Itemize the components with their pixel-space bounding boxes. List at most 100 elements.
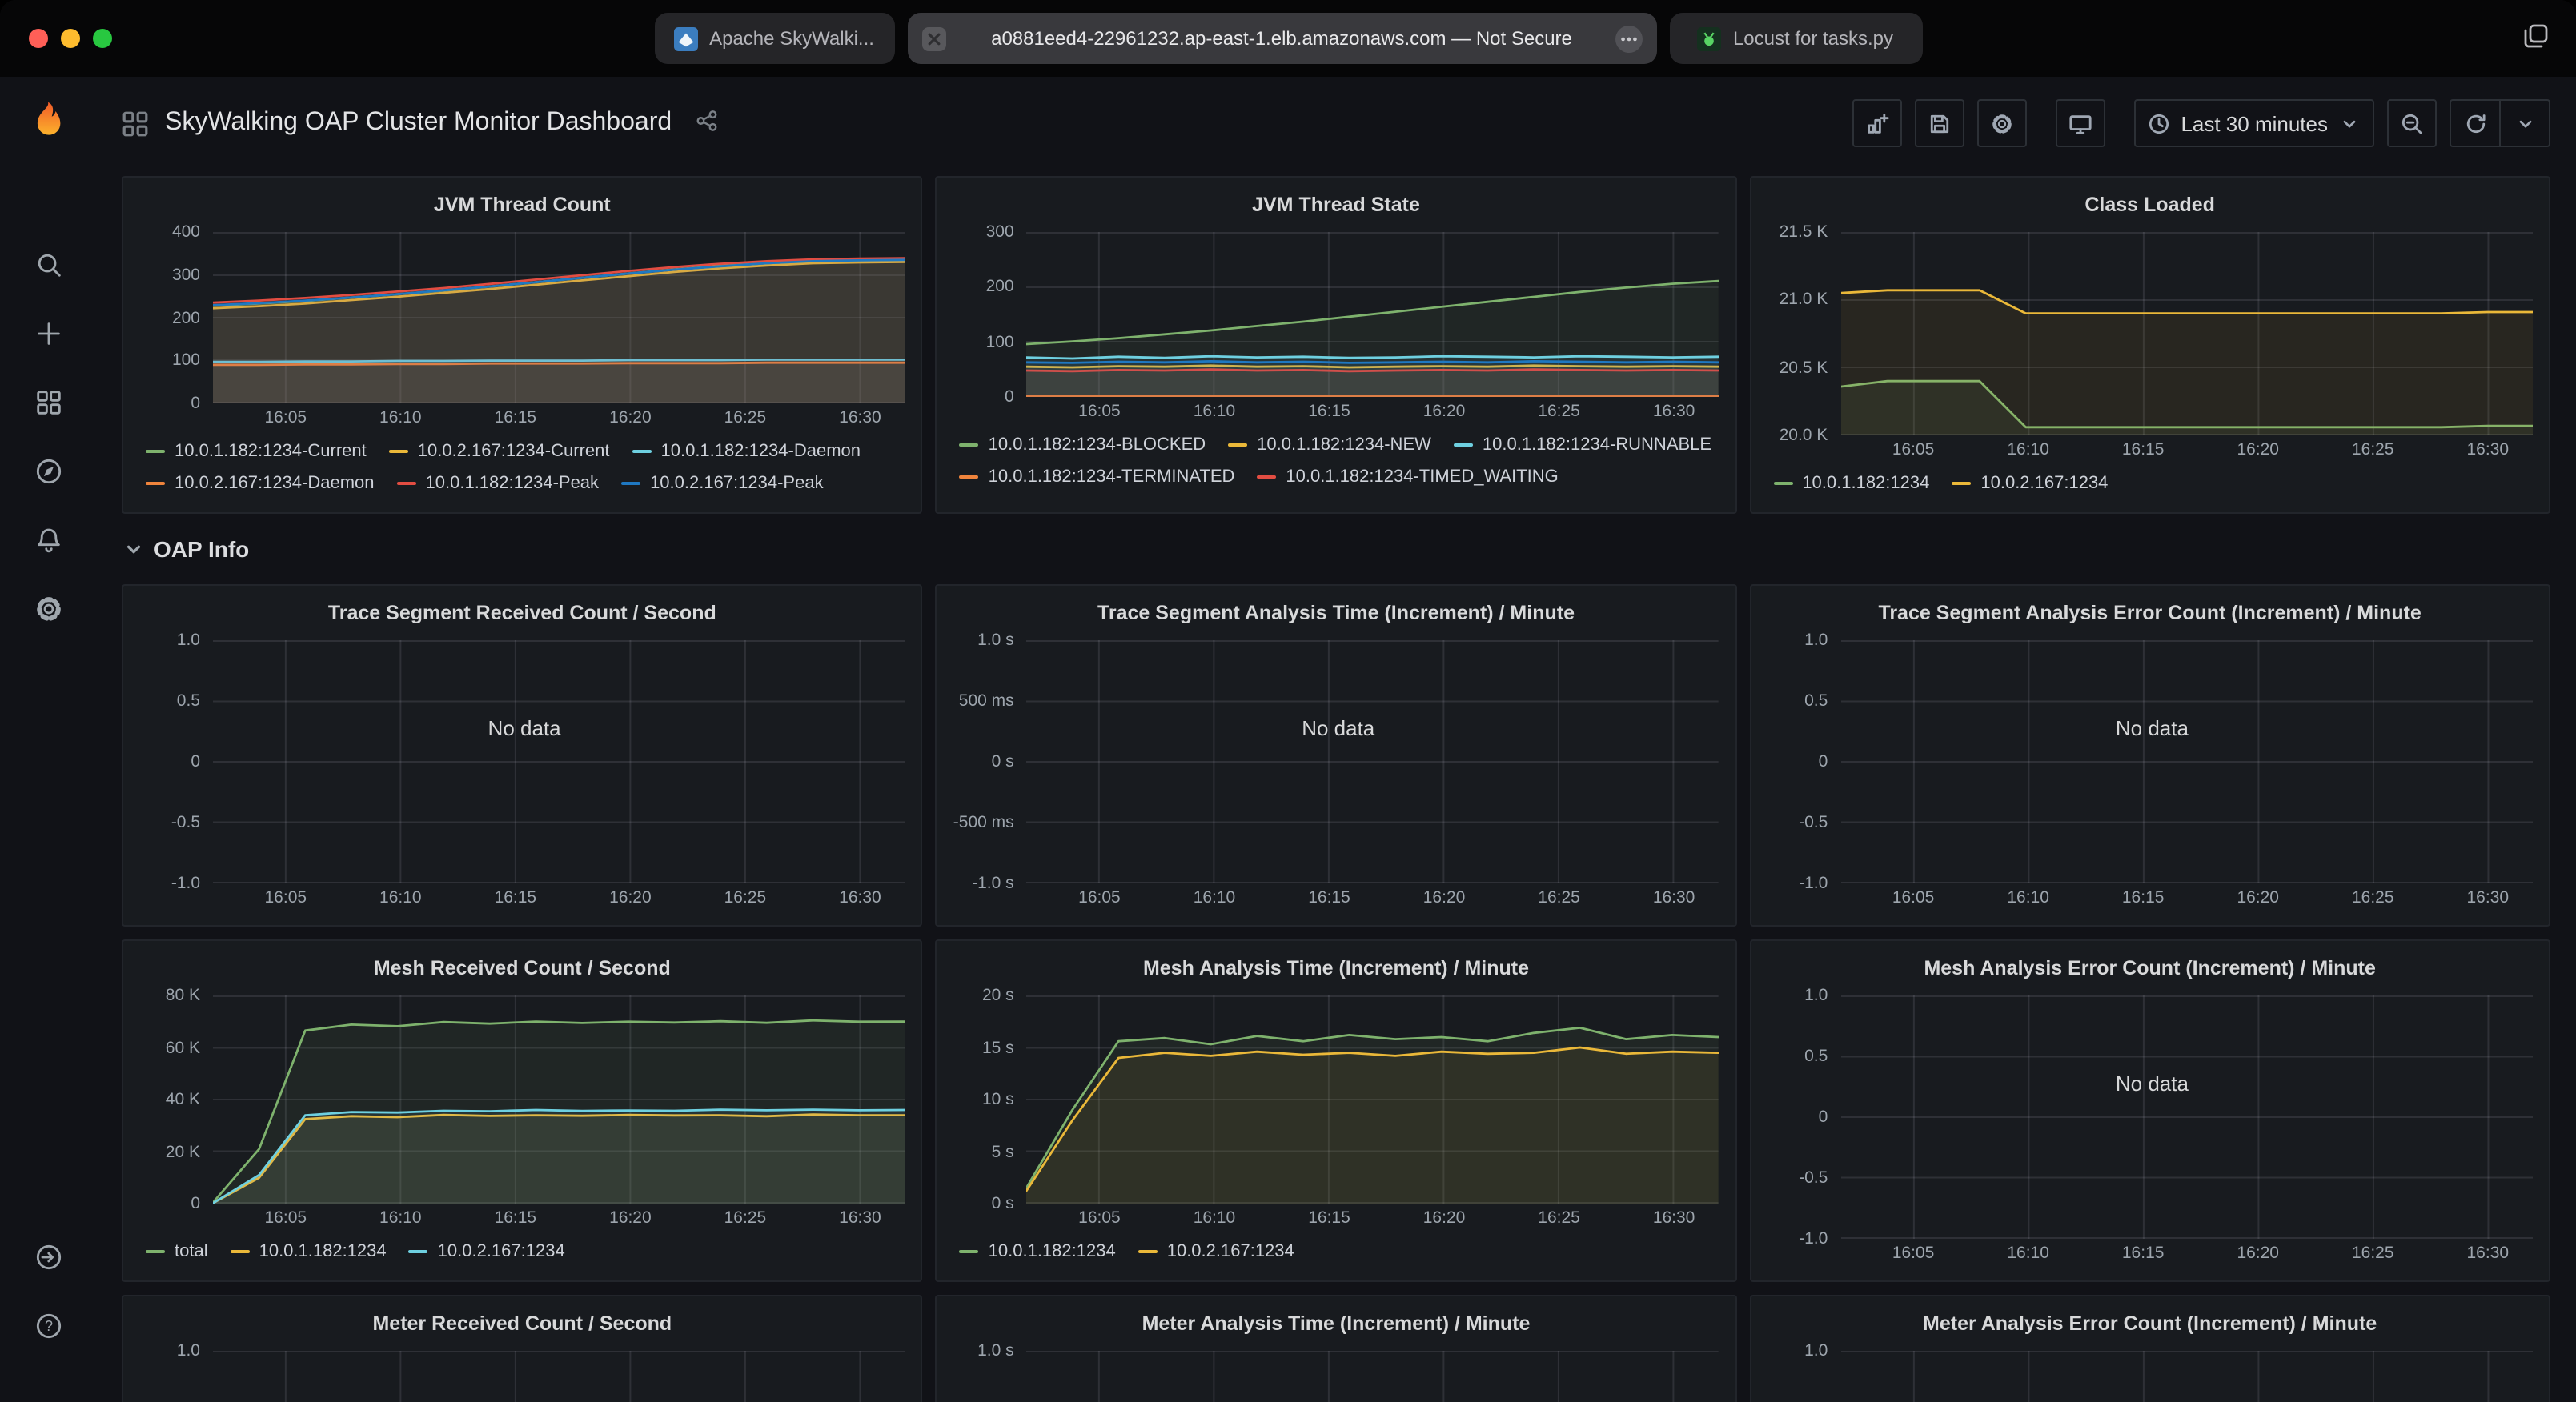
dashboard-icon [122, 110, 149, 137]
panel-title[interactable]: Class Loaded [1767, 187, 2533, 222]
legend-item[interactable]: 10.0.1.182:1234-NEW [1228, 429, 1431, 461]
zoom-window-button[interactable] [93, 29, 112, 48]
legend-item[interactable]: 10.0.1.182:1234-Daemon [632, 435, 861, 467]
x-axis-tick: 16:15 [495, 1208, 537, 1228]
refresh-interval-dropdown[interactable] [2501, 101, 2549, 146]
legend-item[interactable]: 10.0.1.182:1234-RUNNABLE [1454, 429, 1711, 461]
panel-title[interactable]: Trace Segment Analysis Error Count (Incr… [1767, 595, 2533, 631]
legend-item[interactable]: 10.0.2.167:1234-Daemon [146, 467, 375, 499]
sidebar-item-create[interactable] [0, 299, 96, 368]
x-axis-tick: 16:30 [2467, 888, 2510, 907]
zoom-out-button[interactable] [2387, 99, 2437, 147]
legend-item[interactable]: 10.0.2.167:1234-Current [389, 435, 610, 467]
chart-plot[interactable]: No data [1840, 1351, 2533, 1402]
legend-item[interactable]: 10.0.1.182:1234 [231, 1236, 387, 1268]
panel-title[interactable]: Meter Analysis Time (Increment) / Minute [953, 1306, 1719, 1341]
chart-plot[interactable] [213, 232, 905, 403]
chart-plot[interactable]: No data [213, 1351, 905, 1402]
y-axis-tick: 21.5 K [1780, 222, 1828, 242]
legend-item[interactable]: 10.0.1.182:1234-WAITING [960, 493, 1197, 499]
dashboard-settings-button[interactable] [1977, 99, 2027, 147]
x-axis-tick: 16:20 [609, 888, 652, 907]
panel-title[interactable]: Meter Analysis Error Count (Increment) /… [1767, 1306, 2533, 1341]
chart-plot[interactable]: No data [1840, 640, 2533, 883]
sidebar-item-search[interactable] [0, 230, 96, 299]
refresh-button[interactable] [2451, 101, 2499, 146]
y-axis-tick: -0.5 [171, 813, 200, 832]
y-axis-tick: -0.5 [1799, 1168, 1828, 1188]
x-axis-tick: 16:10 [1194, 1208, 1236, 1228]
chart-plot[interactable]: No data [1027, 1351, 1719, 1402]
legend-item[interactable]: 10.0.1.182:1234-Peak [397, 467, 600, 499]
legend-label: 10.0.1.182:1234 [989, 1236, 1116, 1268]
save-dashboard-button[interactable] [1915, 99, 1964, 147]
legend-item[interactable]: 10.0.1.182:1234 [960, 1236, 1116, 1268]
legend-swatch [146, 450, 165, 453]
chart-canvas [1840, 232, 2533, 435]
browser-tab-skywalking[interactable]: Apache SkyWalki... [654, 13, 894, 64]
panel-title[interactable]: JVM Thread Count [139, 187, 905, 222]
header-toolbar: Last 30 minutes [1852, 99, 2550, 147]
legend-item[interactable]: 10.0.1.182:1234 [1773, 467, 1929, 499]
tab-more-button[interactable] [1615, 25, 1642, 52]
tab-overview-button[interactable] [2522, 22, 2550, 55]
x-axis-tick: 16:10 [1194, 402, 1236, 421]
sidebar-item-sign-in[interactable] [0, 1223, 96, 1292]
x-axis: 16:0516:1016:1516:2016:2516:30 [213, 403, 905, 432]
chart-plot[interactable]: No data [1840, 995, 2533, 1239]
close-window-button[interactable] [29, 29, 48, 48]
legend-item[interactable]: 10.0.2.167:1234 [1952, 467, 2108, 499]
chart-plot[interactable]: No data [1027, 640, 1719, 883]
legend-item[interactable]: total [146, 1236, 208, 1268]
chart-canvas [1840, 640, 2533, 883]
sidebar-item-configuration[interactable] [0, 575, 96, 643]
panel-title[interactable]: Meter Received Count / Second [139, 1306, 905, 1341]
x-axis-tick: 16:20 [1423, 1208, 1466, 1228]
legend-label: 10.0.1.182:1234 [1802, 467, 1929, 499]
close-icon [921, 26, 945, 50]
y-axis-tick: 1.0 [1804, 1341, 1828, 1360]
legend-item[interactable]: 10.0.2.167:1234 [409, 1236, 565, 1268]
sidebar-item-help[interactable]: ? [0, 1292, 96, 1360]
legend-item[interactable]: 10.0.2.167:1234 [1138, 1236, 1294, 1268]
panel-title[interactable]: Mesh Analysis Time (Increment) / Minute [953, 951, 1719, 986]
browser-tab-grafana-active[interactable]: a0881eed4-22961232.ap-east-1.elb.amazona… [907, 13, 1656, 64]
chart-plot[interactable] [1027, 995, 1719, 1204]
panel-title[interactable]: Trace Segment Received Count / Second [139, 595, 905, 631]
page-title[interactable]: SkyWalking OAP Cluster Monitor Dashboard [165, 109, 672, 138]
panel-title[interactable]: JVM Thread State [953, 187, 1719, 222]
legend-item[interactable]: 10.0.2.167:1234-Peak [621, 467, 824, 499]
legend-item[interactable]: 10.0.1.182:1234-TIMED_WAITING [1257, 461, 1558, 493]
section-oap-info[interactable]: OAP Info [122, 514, 259, 584]
y-axis-tick: 0 s [992, 752, 1014, 771]
cycle-view-button[interactable] [2056, 99, 2105, 147]
minimize-window-button[interactable] [61, 29, 80, 48]
chart-area: 1.0 s500 ms0 s-500 ms-1.0 s No data [953, 631, 1719, 883]
panel-title[interactable]: Mesh Analysis Error Count (Increment) / … [1767, 951, 2533, 986]
time-range-picker[interactable]: Last 30 minutes [2134, 99, 2374, 147]
sidebar-item-alerting[interactable] [0, 506, 96, 575]
legend-label: 10.0.1.182:1234-RUNNABLE [1483, 429, 1711, 461]
browser-tab-locust[interactable]: Locust for tasks.py [1669, 13, 1922, 64]
add-panel-button[interactable] [1852, 99, 1902, 147]
sidebar-item-explore[interactable] [0, 437, 96, 506]
locust-favicon [1698, 26, 1722, 50]
chart-plot[interactable] [1027, 232, 1719, 397]
grafana-logo[interactable] [0, 77, 96, 170]
y-axis-tick: 0.5 [1804, 691, 1828, 711]
chart-plot[interactable]: No data [213, 640, 905, 883]
share-dashboard-button[interactable] [691, 106, 721, 141]
y-axis: 1.00.50-0.5-1.0 [139, 640, 213, 883]
chart-plot[interactable] [213, 995, 905, 1204]
panel-title[interactable]: Trace Segment Analysis Time (Increment) … [953, 595, 1719, 631]
chart-plot[interactable] [1840, 232, 2533, 435]
no-data-label: No data [488, 715, 561, 739]
sidebar-item-dashboards[interactable] [0, 368, 96, 437]
panel-title[interactable]: Mesh Received Count / Second [139, 951, 905, 986]
y-axis-tick: 0 [191, 394, 200, 413]
x-axis-tick: 16:25 [724, 408, 767, 427]
legend-item[interactable]: 10.0.1.182:1234-TERMINATED [960, 461, 1235, 493]
legend-item[interactable]: 10.0.1.182:1234-Current [146, 435, 367, 467]
legend-item[interactable]: 10.0.1.182:1234-BLOCKED [960, 429, 1206, 461]
tab-close-button[interactable] [921, 26, 945, 50]
